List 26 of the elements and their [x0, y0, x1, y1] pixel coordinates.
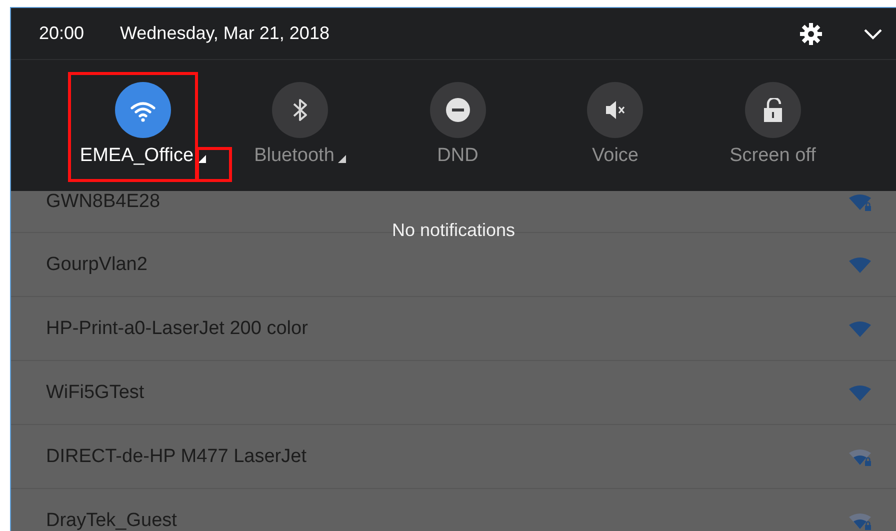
tile-label[interactable]: EMEA_Office	[80, 145, 206, 167]
speaker-muted-icon	[605, 99, 626, 121]
network-name: WiFi5GTest	[46, 382, 144, 404]
network-name: DrayTek_Guest	[46, 510, 177, 531]
network-row[interactable]: HP-Print-a0-LaserJet 200 color	[11, 297, 896, 361]
chevron-down-icon	[864, 28, 882, 40]
minus-circle-icon	[446, 98, 470, 122]
tile-label[interactable]: DND	[437, 145, 478, 167]
network-row[interactable]: GWN8B4E28	[11, 191, 896, 221]
padlock-icon	[762, 98, 783, 122]
date-text: Wednesday, Mar 21, 2018	[120, 23, 330, 44]
network-row[interactable]: DIRECT-de-HP M477 LaserJet	[11, 425, 896, 489]
network-row[interactable]: DrayTek_Guest	[11, 489, 896, 531]
network-name: HP-Print-a0-LaserJet 200 color	[46, 318, 308, 340]
tile-label[interactable]: Voice	[592, 145, 638, 167]
tile-label[interactable]: Bluetooth	[254, 145, 346, 167]
network-name: DIRECT-de-HP M477 LaserJet	[46, 446, 306, 468]
network-row[interactable]: WiFi5GTest	[11, 361, 896, 425]
settings-icon	[800, 22, 822, 44]
settings-button[interactable]	[800, 22, 822, 44]
network-name: GourpVlan2	[46, 254, 148, 276]
clock-time: 20:00	[39, 23, 86, 44]
collapse-button[interactable]	[864, 28, 882, 40]
bluetooth-icon	[291, 98, 310, 122]
tile-label[interactable]: Screen off	[730, 145, 816, 167]
network-name: GWN8B4E28	[46, 191, 160, 213]
